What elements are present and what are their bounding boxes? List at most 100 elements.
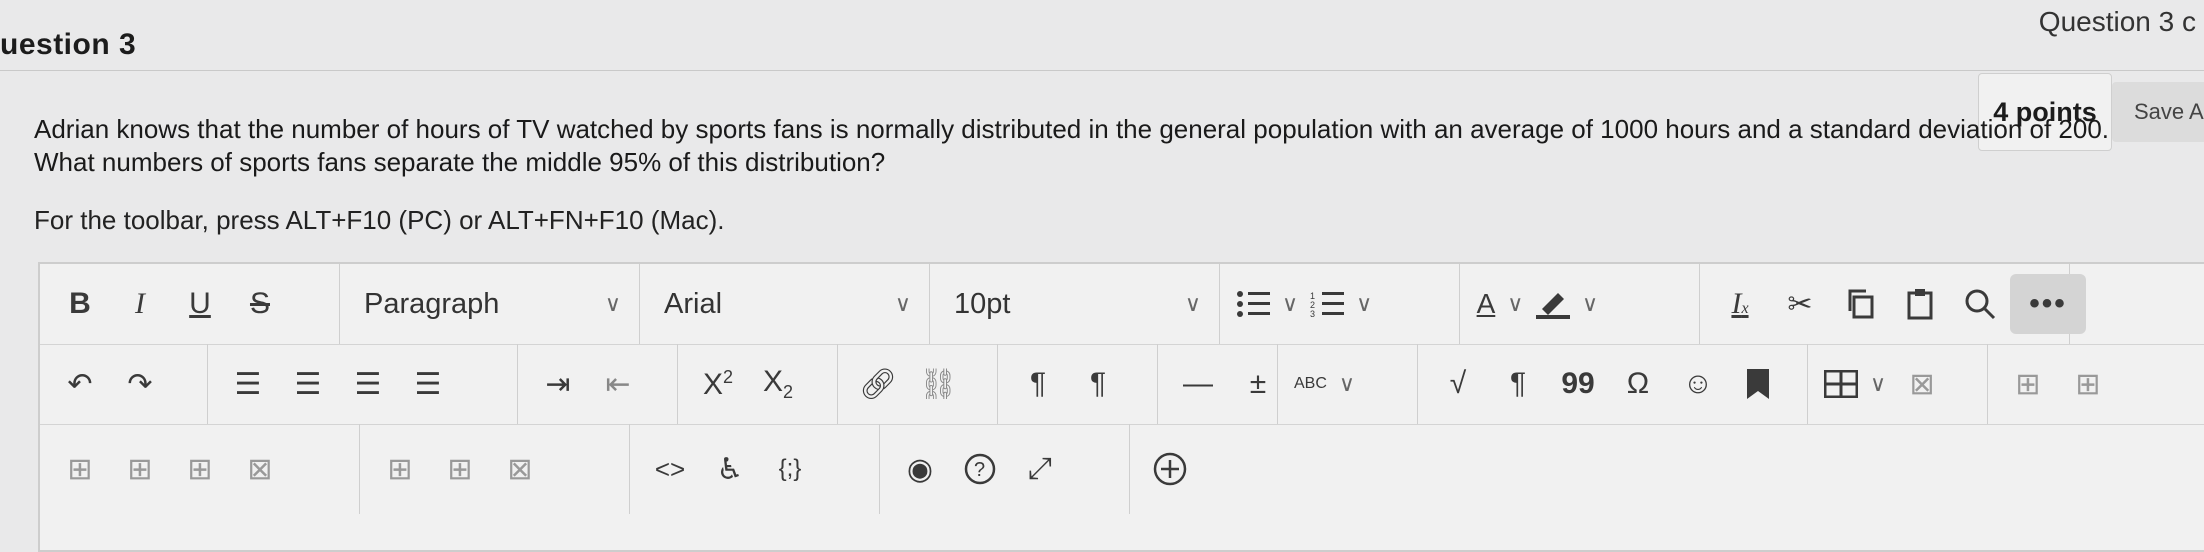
table-cell-icon: ⊞ [67, 452, 93, 486]
redo-button[interactable]: ↷ [110, 356, 170, 412]
table-merge-button[interactable]: ⊞ [430, 441, 490, 497]
subscript-button[interactable]: X2 [748, 356, 808, 412]
table-remove-button[interactable]: ⊠ [490, 441, 550, 497]
special-character-button[interactable]: Ω [1608, 356, 1668, 412]
table-row-after-button[interactable]: ⊞ [2058, 356, 2118, 412]
ltr-button[interactable]: ¶ [1008, 356, 1068, 412]
source-code-button[interactable]: <> [640, 441, 700, 497]
square-root-icon: √ [1449, 367, 1467, 400]
table-delete-icon: ⊠ [1909, 367, 1935, 401]
spellcheck-group: ABC ∨ [1278, 344, 1418, 424]
subscript-icon: X2 [762, 365, 794, 402]
scissors-icon: ✂ [1787, 287, 1813, 321]
font-color-icon: A [1476, 288, 1496, 319]
chevron-down-icon: ∨ [1356, 291, 1373, 316]
insert-group: √ ¶ 99 Ω ☺ [1418, 344, 1808, 424]
equation-button[interactable]: √ [1428, 356, 1488, 412]
superscript-icon: X2 [702, 366, 734, 401]
table-split-button[interactable]: ⊞ [370, 441, 430, 497]
blockquote-button[interactable]: 99 [1548, 356, 1608, 412]
color-group: A ∨ ∨ [1460, 264, 1700, 344]
superscript-button[interactable]: X2 [688, 356, 748, 412]
align-group: ☰ ☰ ☰ ☰ [208, 344, 518, 424]
outdent-button[interactable]: ⇤ [588, 356, 648, 412]
table-cell-group: ⊞ ⊞ ⊞ ⊠ [40, 424, 360, 514]
math-button[interactable]: {;} [760, 441, 820, 497]
eye-icon: ◉ [906, 452, 934, 486]
accessibility-button[interactable]: ♿︎ [700, 441, 760, 497]
link-group: 🔗︎ ⛓ [838, 344, 998, 424]
table-row-before-button[interactable]: ⊞ [1998, 356, 2058, 412]
rtl-button[interactable]: ¶ [1068, 356, 1128, 412]
font-family-dropdown[interactable]: Arial ∨ [640, 264, 930, 344]
chevron-down-icon: ∨ [1338, 371, 1356, 396]
help-button[interactable]: ? [950, 441, 1010, 497]
table-button[interactable]: ∨ [1818, 356, 1892, 412]
bullet-list-button[interactable]: ∨ [1230, 276, 1304, 332]
indent-group: ⇥ ⇤ [518, 344, 678, 424]
table-cell-props-button[interactable]: ⊞ [50, 441, 110, 497]
numbered-list-button[interactable]: 123 ∨ [1304, 276, 1378, 332]
outdent-icon: ⇤ [605, 367, 631, 401]
plus-circle-icon [1153, 452, 1187, 486]
insert-link-button[interactable]: 🔗︎ [848, 356, 908, 412]
ltr-icon: ¶ [1029, 367, 1047, 400]
fullscreen-icon: ⤢ [1028, 452, 1052, 485]
paste-button[interactable] [1890, 276, 1950, 332]
table-delete-cell-button[interactable]: ⊠ [230, 441, 290, 497]
table-col-icon: ⊞ [127, 452, 153, 486]
align-center-icon: ☰ [294, 367, 322, 401]
clipboard-group: Ix ✂ ••• [1700, 264, 2086, 344]
question-line-2: What numbers of sports fans separate the… [34, 147, 886, 177]
table-insert-col-button[interactable]: ⊞ [110, 441, 170, 497]
history-group: ↶ ↷ [40, 344, 208, 424]
delete-table-button[interactable]: ⊠ [1892, 356, 1952, 412]
italic-button[interactable]: I [110, 276, 170, 332]
chevron-down-icon: ∨ [1582, 291, 1599, 316]
fullscreen-button[interactable]: ⤢ [1010, 441, 1070, 497]
align-center-button[interactable]: ☰ [278, 356, 338, 412]
preview-button[interactable]: ◉ [890, 441, 950, 497]
omega-icon: Ω [1626, 367, 1650, 400]
paragraph-mark-button[interactable]: ¶ [1488, 356, 1548, 412]
align-right-button[interactable]: ☰ [338, 356, 398, 412]
underline-button[interactable]: U [170, 276, 230, 332]
table-group: ∨ ⊠ [1808, 344, 1988, 424]
table-insert-row-button[interactable]: ⊞ [170, 441, 230, 497]
align-left-icon: ☰ [234, 367, 262, 401]
more-button[interactable]: ••• [2010, 274, 2086, 334]
unlink-icon: ⛓ [918, 367, 958, 401]
highlight-color-button[interactable]: ∨ [1530, 276, 1604, 332]
link-icon: 🔗︎ [858, 367, 898, 401]
text-style-group: B I U S [40, 264, 340, 344]
spellcheck-button[interactable]: ABC ∨ [1288, 356, 1361, 412]
emoji-button[interactable]: ☺ [1668, 356, 1728, 412]
cut-button[interactable]: ✂ [1770, 276, 1830, 332]
font-size-dropdown[interactable]: 10pt ∨ [930, 264, 1220, 344]
align-left-button[interactable]: ☰ [218, 356, 278, 412]
font-size-value: 10pt [954, 287, 1011, 320]
anchor-button[interactable] [1728, 356, 1788, 412]
clear-formatting-button[interactable]: Ix [1710, 276, 1770, 332]
accessibility-icon: ♿︎ [716, 452, 744, 486]
horizontal-line-button[interactable]: — [1168, 356, 1228, 412]
bold-button[interactable]: B [50, 276, 110, 332]
chevron-down-icon: ∨ [1282, 291, 1299, 316]
add-content-button[interactable] [1140, 441, 1200, 497]
strikethrough-button[interactable]: S [230, 276, 290, 332]
font-color-button[interactable]: A ∨ [1470, 276, 1530, 332]
remove-link-button[interactable]: ⛓ [908, 356, 968, 412]
indent-button[interactable]: ⇥ [528, 356, 588, 412]
chevron-down-icon: ∨ [1507, 291, 1524, 316]
question-nav-label[interactable]: Question 3 c [2039, 6, 2196, 38]
horizontal-line-icon: — [1183, 367, 1213, 400]
list-group: ∨ 123 ∨ [1220, 264, 1460, 344]
copy-button[interactable] [1830, 276, 1890, 332]
block-format-dropdown[interactable]: Paragraph ∨ [340, 264, 640, 344]
justify-button[interactable]: ☰ [398, 356, 458, 412]
table-row-icon: ⊞ [2015, 367, 2041, 401]
source-group: <> ♿︎ {;} [630, 424, 880, 514]
search-button[interactable] [1950, 276, 2010, 332]
pilcrow-icon: ¶ [1509, 367, 1527, 400]
undo-button[interactable]: ↶ [50, 356, 110, 412]
